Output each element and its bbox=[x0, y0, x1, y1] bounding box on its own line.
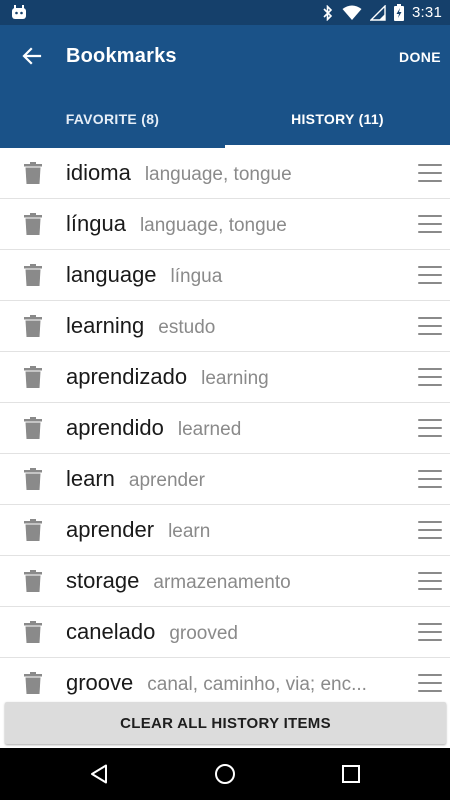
list-item[interactable]: aprendizado learning bbox=[0, 352, 450, 403]
arrow-back-icon bbox=[22, 47, 42, 65]
status-bar: 3:31 bbox=[0, 0, 450, 25]
circle-home-icon bbox=[215, 764, 235, 784]
tab-bar: FAVORITE (8) HISTORY (11) bbox=[0, 88, 450, 148]
list-item[interactable]: learning estudo bbox=[0, 301, 450, 352]
history-word: canelado bbox=[66, 619, 156, 644]
trash-icon[interactable] bbox=[24, 672, 42, 694]
back-button[interactable] bbox=[12, 36, 52, 76]
clear-button-container: CLEAR ALL HISTORY ITEMS bbox=[0, 700, 450, 748]
history-word: learn bbox=[66, 466, 115, 491]
trash-icon[interactable] bbox=[24, 213, 42, 235]
history-word: idioma bbox=[66, 160, 131, 185]
tab-favorite[interactable]: FAVORITE (8) bbox=[0, 88, 225, 148]
trash-icon[interactable] bbox=[24, 570, 42, 592]
history-translation: language, tongue bbox=[139, 215, 287, 236]
history-word: aprender bbox=[66, 517, 155, 542]
list-item[interactable]: learn aprender bbox=[0, 454, 450, 505]
nav-recents-button[interactable] bbox=[339, 762, 363, 786]
history-translation: canal, caminho, via; enc... bbox=[147, 674, 367, 695]
drag-handle-icon[interactable] bbox=[418, 419, 442, 437]
drag-handle-icon[interactable] bbox=[418, 674, 442, 692]
nav-home-button[interactable] bbox=[213, 762, 237, 786]
done-button[interactable]: DONE bbox=[399, 49, 441, 65]
android-icon bbox=[11, 5, 27, 20]
history-translation: learn bbox=[168, 521, 211, 542]
history-translation: aprender bbox=[128, 470, 205, 491]
trash-icon[interactable] bbox=[24, 264, 42, 286]
history-translation: learning bbox=[201, 368, 269, 389]
battery-charging-icon bbox=[394, 4, 404, 21]
trash-icon[interactable] bbox=[24, 417, 42, 439]
drag-handle-icon[interactable] bbox=[418, 521, 442, 539]
list-item[interactable]: language língua bbox=[0, 250, 450, 301]
list-item[interactable]: groove canal, caminho, via; enc... bbox=[0, 658, 450, 700]
trash-icon[interactable] bbox=[24, 468, 42, 490]
drag-handle-icon[interactable] bbox=[418, 368, 442, 386]
drag-handle-icon[interactable] bbox=[418, 572, 442, 590]
wifi-icon bbox=[342, 5, 362, 21]
tab-history[interactable]: HISTORY (11) bbox=[225, 88, 450, 148]
list-item[interactable]: idioma language, tongue bbox=[0, 148, 450, 199]
status-time: 3:31 bbox=[412, 4, 442, 21]
square-recents-icon bbox=[342, 765, 360, 783]
drag-handle-icon[interactable] bbox=[418, 266, 442, 284]
tab-label: FAVORITE (8) bbox=[65, 111, 160, 127]
triangle-back-icon bbox=[91, 764, 107, 784]
trash-icon[interactable] bbox=[24, 162, 42, 184]
list-item[interactable]: língua language, tongue bbox=[0, 199, 450, 250]
navigation-bar bbox=[0, 748, 450, 800]
trash-icon[interactable] bbox=[24, 366, 42, 388]
app-bar: Bookmarks DONE bbox=[0, 25, 450, 88]
history-word: aprendido bbox=[66, 415, 164, 440]
drag-handle-icon[interactable] bbox=[418, 470, 442, 488]
nav-back-button[interactable] bbox=[88, 762, 112, 786]
history-word: storage bbox=[66, 568, 140, 593]
bluetooth-icon bbox=[322, 4, 334, 21]
drag-handle-icon[interactable] bbox=[418, 164, 442, 182]
list-item[interactable]: aprender learn bbox=[0, 505, 450, 556]
list-item[interactable]: canelado grooved bbox=[0, 607, 450, 658]
history-list[interactable]: idioma language, tongue língua language, to… bbox=[0, 148, 450, 700]
drag-handle-icon[interactable] bbox=[418, 317, 442, 335]
drag-handle-icon[interactable] bbox=[418, 623, 442, 641]
trash-icon[interactable] bbox=[24, 315, 42, 337]
history-translation: grooved bbox=[169, 623, 238, 644]
signal-icon bbox=[370, 4, 386, 21]
history-translation: learned bbox=[177, 419, 242, 440]
tab-label: HISTORY (11) bbox=[291, 111, 384, 127]
history-translation: armazenamento bbox=[153, 572, 291, 593]
trash-icon[interactable] bbox=[24, 519, 42, 541]
list-item[interactable]: aprendido learned bbox=[0, 403, 450, 454]
history-translation: language, tongue bbox=[144, 164, 292, 185]
page-title: Bookmarks bbox=[66, 45, 177, 67]
history-translation: língua bbox=[170, 266, 223, 287]
history-word: aprendizado bbox=[66, 364, 188, 389]
history-word: groove bbox=[66, 670, 134, 695]
history-word: language bbox=[66, 262, 157, 287]
history-word: learning bbox=[66, 313, 145, 338]
list-item[interactable]: storage armazenamento bbox=[0, 556, 450, 607]
history-translation: estudo bbox=[158, 317, 216, 338]
trash-icon[interactable] bbox=[24, 621, 42, 643]
drag-handle-icon[interactable] bbox=[418, 215, 442, 233]
history-word: língua bbox=[66, 211, 126, 236]
clear-all-history-button[interactable]: CLEAR ALL HISTORY ITEMS bbox=[5, 702, 446, 744]
